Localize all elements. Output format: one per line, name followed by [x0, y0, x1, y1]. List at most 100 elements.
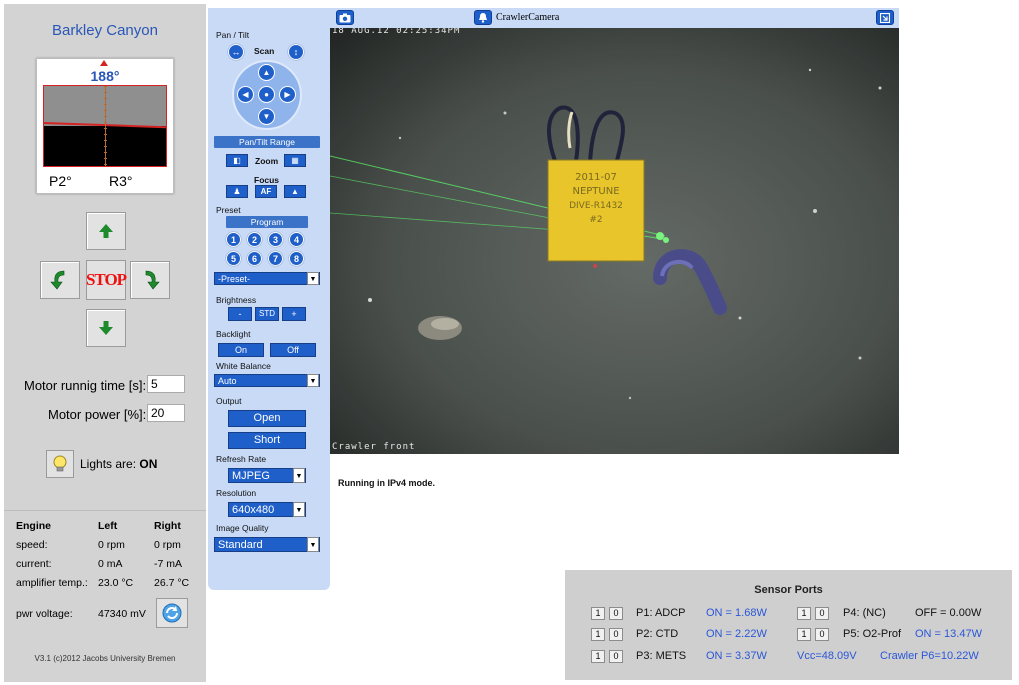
p5-off-button[interactable]: 0	[815, 628, 829, 641]
turn-right-button[interactable]	[130, 261, 170, 299]
attitude-indicator: 188° P2° R3°	[36, 58, 174, 194]
p1-on-button[interactable]: 1	[591, 607, 605, 620]
vcc-readout: Vcc=48.09V	[797, 650, 857, 662]
brightness-label: Brightness	[216, 295, 257, 305]
pwr-voltage-label: pwr voltage:	[16, 608, 73, 620]
focus-near-icon: ♟	[233, 187, 241, 196]
engine-row-left: 0 mA	[98, 558, 123, 570]
p4-on-button[interactable]: 1	[797, 607, 811, 620]
preset-button-7[interactable]: 7	[268, 251, 283, 266]
focus-far-button[interactable]: ▲	[284, 185, 306, 198]
pan-tilt-label: Pan / Tilt	[216, 30, 250, 40]
refresh-icon	[162, 603, 182, 623]
preset-button-1[interactable]: 1	[226, 232, 241, 247]
pan-scan-button[interactable]: ↔	[228, 44, 244, 60]
preset-button-2[interactable]: 2	[247, 232, 262, 247]
pan-left-button[interactable]: ◀	[237, 86, 254, 103]
pwr-voltage-value: 47340 mV	[98, 608, 146, 620]
pan-tilt-range-bar[interactable]: Pan/Tilt Range	[214, 136, 320, 148]
site-title: Barkley Canyon	[52, 22, 158, 39]
sensor-ports-panel: Sensor Ports 1 0 P1: ADCP ON = 1.68W 1 0…	[565, 570, 1012, 680]
p3-on-button[interactable]: 1	[591, 650, 605, 663]
zoom-tele-icon: ▦	[291, 156, 299, 165]
output-short-button[interactable]: Short	[228, 432, 306, 449]
arrow-up-icon	[99, 224, 113, 238]
dropdown-arrow-icon: ▼	[293, 502, 305, 517]
backlight-on-button[interactable]: On	[218, 343, 264, 357]
pan-right-button[interactable]: ▶	[279, 86, 296, 103]
version-footer: V3.1 (c)2012 Jacobs University Bremen	[34, 654, 176, 663]
camera-video-feed[interactable]: 2011-07 NEPTUNE DIVE-R1432 #2 18 AUG.12 …	[330, 28, 899, 454]
preset-button-5[interactable]: 5	[226, 251, 241, 266]
white-balance-value: Auto	[218, 376, 237, 386]
p2-value: ON = 2.22W	[706, 628, 767, 640]
p4-name: P4: (NC)	[843, 607, 886, 619]
p5-on-button[interactable]: 1	[797, 628, 811, 641]
preset-button-8[interactable]: 8	[289, 251, 304, 266]
camera-title: CrawlerCamera	[496, 12, 560, 23]
chevron-up-icon: ▲	[262, 68, 271, 77]
engine-header-right: Right	[154, 520, 181, 532]
p4-off-button[interactable]: 0	[815, 607, 829, 620]
focus-near-button[interactable]: ♟	[226, 185, 248, 198]
chevron-down-icon: ▼	[262, 112, 271, 121]
backlight-off-button[interactable]: Off	[270, 343, 316, 357]
motor-power-input[interactable]	[147, 404, 185, 422]
fullscreen-button[interactable]	[876, 10, 894, 25]
refresh-button[interactable]	[156, 598, 188, 628]
image-quality-label: Image Quality	[216, 523, 269, 533]
resolution-select[interactable]: 640x480 ▼	[228, 502, 306, 517]
stop-button[interactable]: STOP	[86, 260, 127, 300]
output-open-button[interactable]: Open	[228, 410, 306, 427]
engine-row-label: speed:	[16, 539, 48, 551]
white-balance-select[interactable]: Auto ▼	[214, 374, 320, 387]
engine-header-left: Left	[98, 520, 118, 532]
sign-line-4: #2	[589, 215, 602, 225]
refresh-rate-label: Refresh Rate	[216, 454, 267, 464]
p5-value: ON = 13.47W	[915, 628, 982, 640]
drive-forward-button[interactable]	[86, 212, 126, 250]
connection-mode-status: Running in IPv4 mode.	[338, 478, 436, 488]
p3-off-button[interactable]: 0	[609, 650, 623, 663]
tilt-up-button[interactable]: ▲	[258, 64, 275, 81]
snapshot-button[interactable]	[336, 10, 354, 25]
preset-button-3[interactable]: 3	[268, 232, 283, 247]
lights-toggle-button[interactable]	[46, 450, 74, 478]
brightness-minus-button[interactable]: -	[228, 307, 252, 321]
preset-button-6[interactable]: 6	[247, 251, 262, 266]
brightness-plus-button[interactable]: +	[282, 307, 306, 321]
pan-tilt-home-button[interactable]: ●	[258, 86, 275, 103]
engine-row-right: -7 mA	[154, 558, 183, 570]
center-dot-icon: ●	[264, 90, 269, 99]
motor-power-label: Motor power [%]:	[48, 407, 147, 422]
engine-row-right: 0 rpm	[154, 539, 181, 551]
preset-select[interactable]: -Preset- ▼	[214, 272, 320, 285]
chevron-left-icon: ◀	[242, 90, 249, 99]
zoom-out-button[interactable]: ◧	[226, 154, 248, 167]
p2-off-button[interactable]: 0	[609, 628, 623, 641]
heading-marker-icon	[100, 60, 108, 66]
p5-name: P5: O2-Prof	[843, 628, 902, 640]
white-balance-label: White Balance	[216, 361, 271, 371]
image-quality-select[interactable]: Standard ▼	[214, 537, 320, 552]
p1-off-button[interactable]: 0	[609, 607, 623, 620]
focus-far-icon: ▲	[291, 187, 299, 196]
roll-readout: R3°	[109, 173, 133, 189]
brightness-std-button[interactable]: STD	[255, 307, 279, 321]
video-caption: Crawler front	[332, 442, 416, 452]
program-bar[interactable]: Program	[226, 216, 308, 228]
preset-button-4[interactable]: 4	[289, 232, 304, 247]
sign-line-1: 2011-07	[575, 172, 617, 183]
turn-left-button[interactable]	[40, 261, 80, 299]
drive-backward-button[interactable]	[86, 309, 126, 347]
camera-alert-button[interactable]	[474, 10, 492, 25]
refresh-rate-select[interactable]: MJPEG ▼	[228, 468, 306, 483]
tilt-scan-button[interactable]: ↕	[288, 44, 304, 60]
p2-on-button[interactable]: 1	[591, 628, 605, 641]
motor-time-input[interactable]	[147, 375, 185, 393]
focus-auto-button[interactable]: AF	[255, 185, 277, 198]
sign-line-2: NEPTUNE	[572, 186, 619, 197]
zoom-in-button[interactable]: ▦	[284, 154, 306, 167]
dropdown-arrow-icon: ▼	[307, 374, 319, 387]
tilt-down-button[interactable]: ▼	[258, 108, 275, 125]
